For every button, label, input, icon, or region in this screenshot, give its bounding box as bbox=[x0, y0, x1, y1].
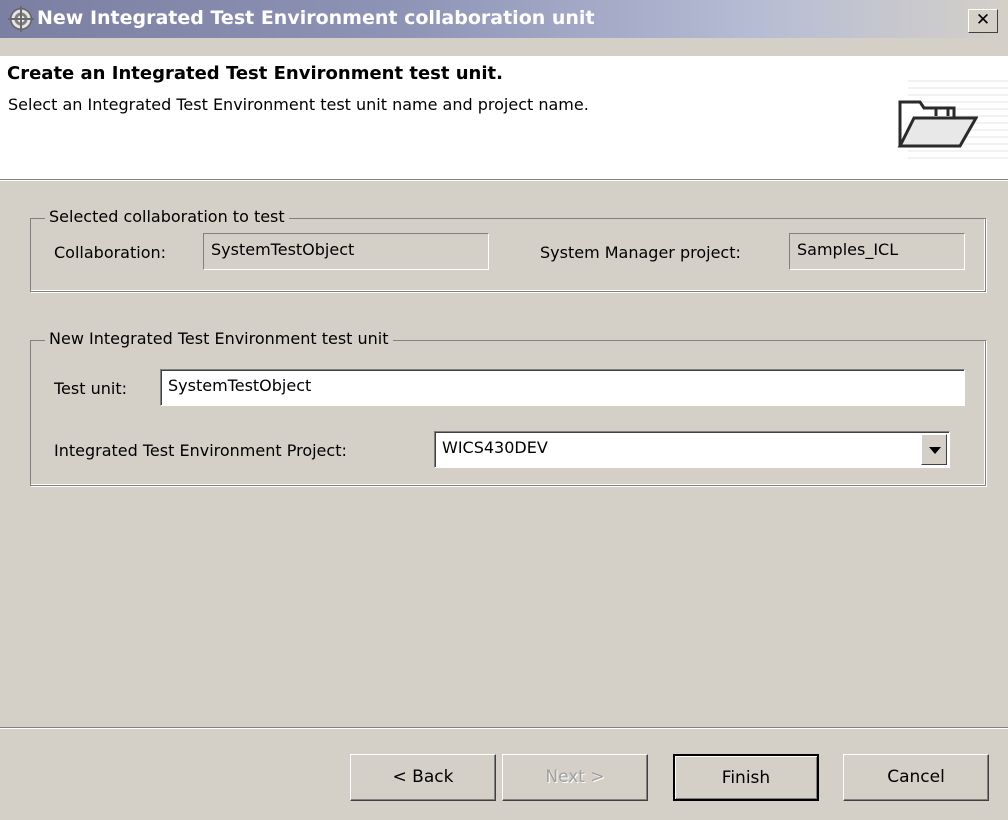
next-button[interactable]: Next > bbox=[502, 754, 648, 801]
chevron-down-icon[interactable] bbox=[921, 434, 947, 465]
app-globe-icon bbox=[8, 6, 34, 32]
ite-project-label: Integrated Test Environment Project: bbox=[54, 441, 347, 460]
selected-collaboration-group: Selected collaboration to test Collabora… bbox=[30, 207, 986, 292]
title-bar: New Integrated Test Environment collabor… bbox=[0, 0, 1008, 38]
banner-title: Create an Integrated Test Environment te… bbox=[7, 63, 503, 84]
banner-description: Select an Integrated Test Environment te… bbox=[8, 95, 589, 114]
close-button[interactable]: ✕ bbox=[968, 9, 998, 33]
new-test-unit-group: New Integrated Test Environment test uni… bbox=[30, 329, 986, 486]
cancel-button[interactable]: Cancel bbox=[843, 754, 989, 801]
window-title: New Integrated Test Environment collabor… bbox=[37, 7, 595, 29]
group-legend: New Integrated Test Environment test uni… bbox=[45, 329, 393, 348]
test-unit-label: Test unit: bbox=[54, 379, 127, 398]
footer-separator-highlight bbox=[0, 728, 1008, 729]
ite-project-value: WICS430DEV bbox=[442, 438, 548, 457]
close-icon: ✕ bbox=[975, 10, 991, 30]
back-button[interactable]: < Back bbox=[350, 754, 496, 801]
finish-button[interactable]: Finish bbox=[673, 754, 819, 801]
ite-project-dropdown[interactable]: WICS430DEV bbox=[434, 431, 950, 468]
wizard-banner: Create an Integrated Test Environment te… bbox=[0, 56, 1008, 180]
collaboration-label: Collaboration: bbox=[54, 243, 167, 262]
system-manager-project-field: Samples_ICL bbox=[789, 233, 965, 270]
system-manager-project-label: System Manager project: bbox=[540, 243, 741, 262]
collaboration-field: SystemTestObject bbox=[203, 233, 489, 270]
banner-separator bbox=[0, 180, 1008, 181]
test-unit-input[interactable]: SystemTestObject bbox=[160, 369, 965, 406]
group-legend: Selected collaboration to test bbox=[45, 207, 289, 226]
open-folder-icon bbox=[897, 100, 978, 148]
